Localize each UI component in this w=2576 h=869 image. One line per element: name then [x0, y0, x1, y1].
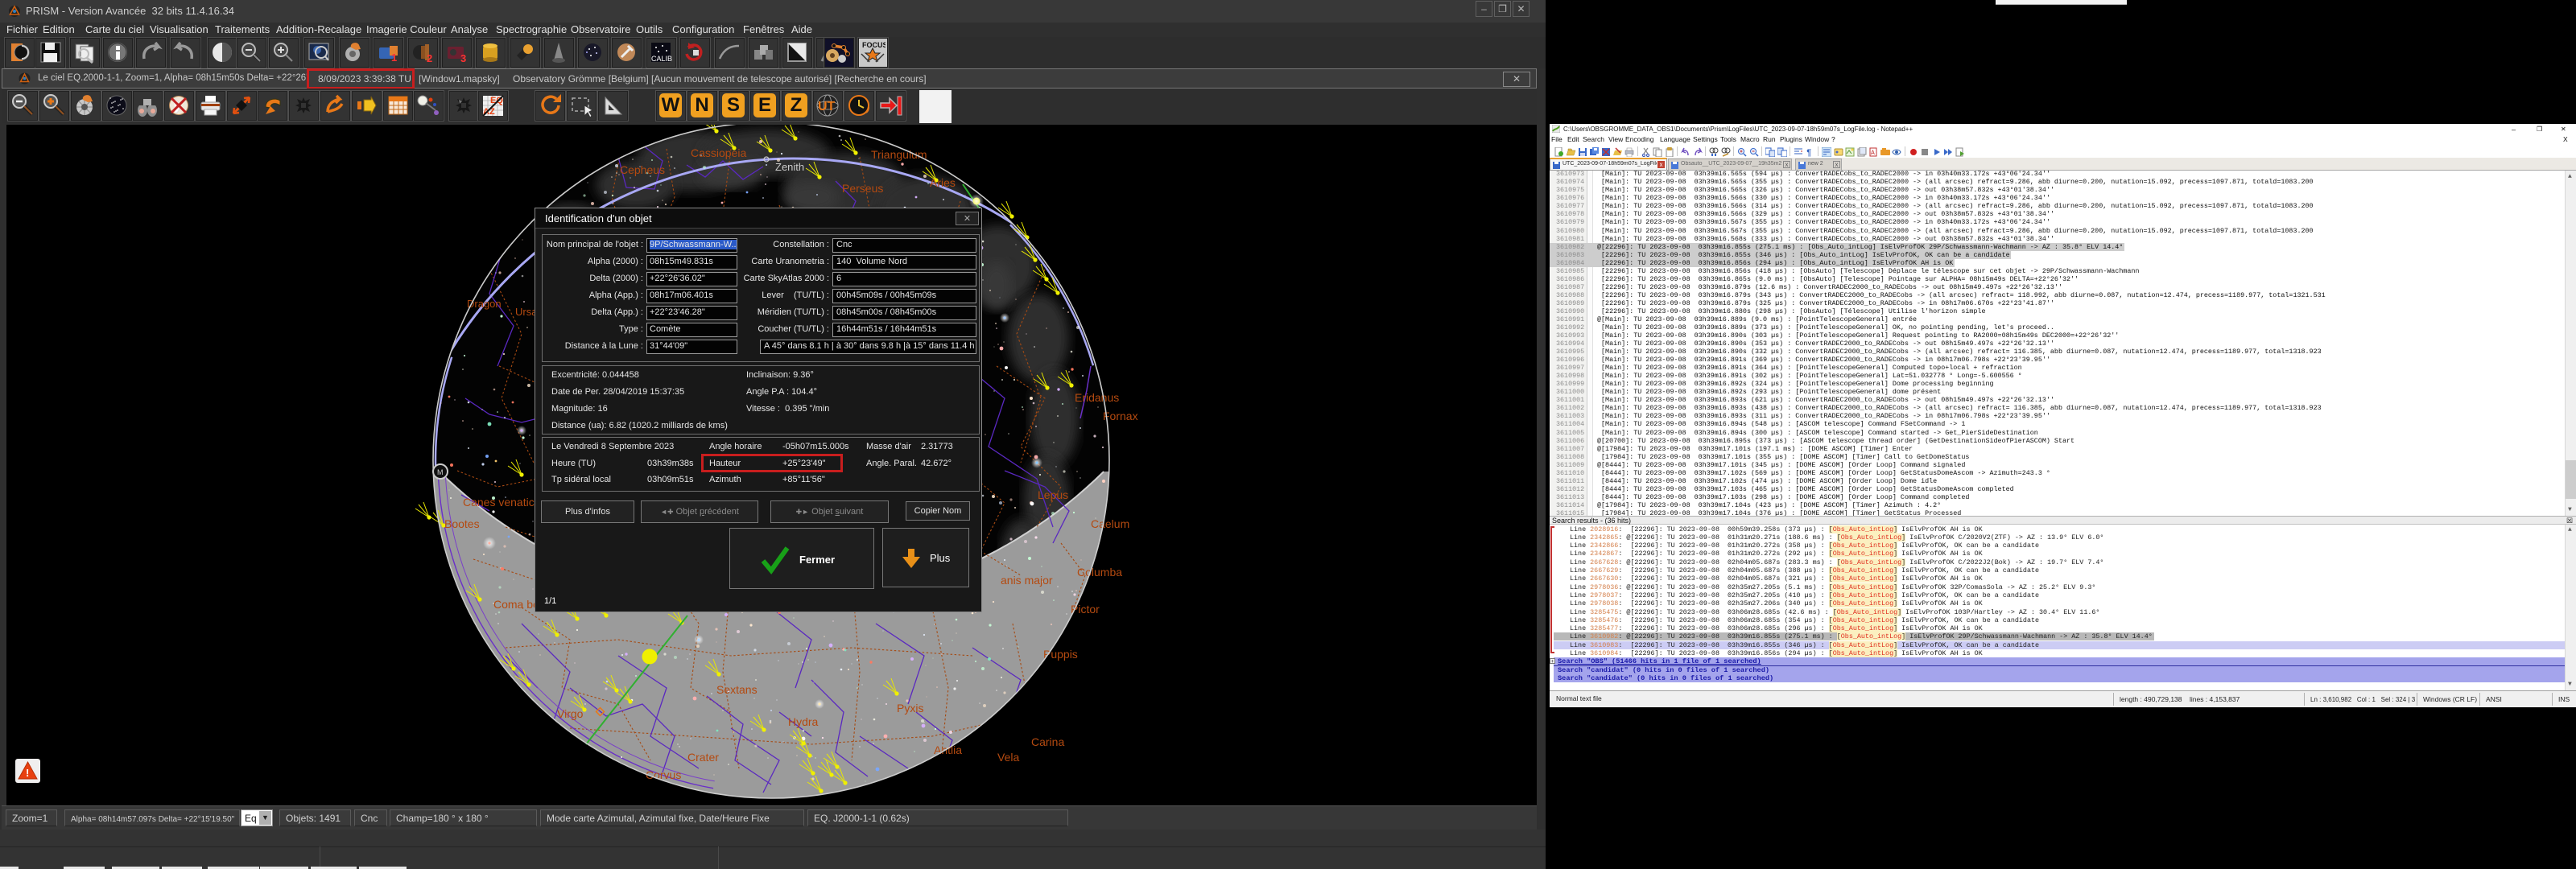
- svg-text:anis major: anis major: [1001, 574, 1053, 587]
- svg-text:Zenith: Zenith: [775, 161, 804, 173]
- svg-text:UT: UT: [818, 100, 836, 113]
- svg-text:AZ: AZ: [483, 107, 495, 117]
- svg-text:3: 3: [460, 52, 466, 64]
- svg-text:Fornax: Fornax: [1103, 410, 1138, 422]
- svg-text:Coma be: Coma be: [493, 598, 539, 611]
- svg-text:Carina: Carina: [1031, 735, 1064, 748]
- svg-text:!: !: [26, 767, 29, 779]
- svg-text:Pyxis: Pyxis: [897, 702, 923, 715]
- svg-text:Perseus: Perseus: [842, 182, 883, 195]
- svg-text:Hydra: Hydra: [788, 715, 819, 728]
- svg-text:Lepus: Lepus: [1038, 488, 1068, 501]
- svg-text:Cepheus: Cepheus: [620, 163, 665, 176]
- svg-text:Caelum: Caelum: [1091, 517, 1129, 530]
- svg-text:Bootes: Bootes: [444, 517, 480, 530]
- svg-text:Aries: Aries: [930, 176, 956, 189]
- svg-text:Vela: Vela: [997, 751, 1019, 764]
- svg-text:Triangulum: Triangulum: [871, 148, 927, 161]
- svg-text:Canes venatic: Canes venatic: [463, 496, 535, 509]
- svg-text:Corvus: Corvus: [646, 768, 681, 781]
- svg-text:Sextans: Sextans: [716, 683, 758, 696]
- svg-text:1: 1: [391, 51, 397, 64]
- svg-text:FOCUS: FOCUS: [862, 41, 886, 49]
- svg-text:CALIB: CALIB: [651, 55, 672, 63]
- svg-text:¶: ¶: [1806, 149, 1812, 157]
- svg-text:Columba: Columba: [1077, 566, 1122, 579]
- svg-text:Cassiopeia: Cassiopeia: [691, 146, 746, 159]
- svg-text:Virgo: Virgo: [557, 707, 584, 720]
- svg-text:Eridanus: Eridanus: [1075, 391, 1119, 404]
- svg-text:A: A: [1871, 150, 1875, 157]
- svg-text:M: M: [437, 468, 444, 476]
- svg-text:2: 2: [427, 52, 432, 64]
- svg-text:Crater: Crater: [687, 751, 719, 764]
